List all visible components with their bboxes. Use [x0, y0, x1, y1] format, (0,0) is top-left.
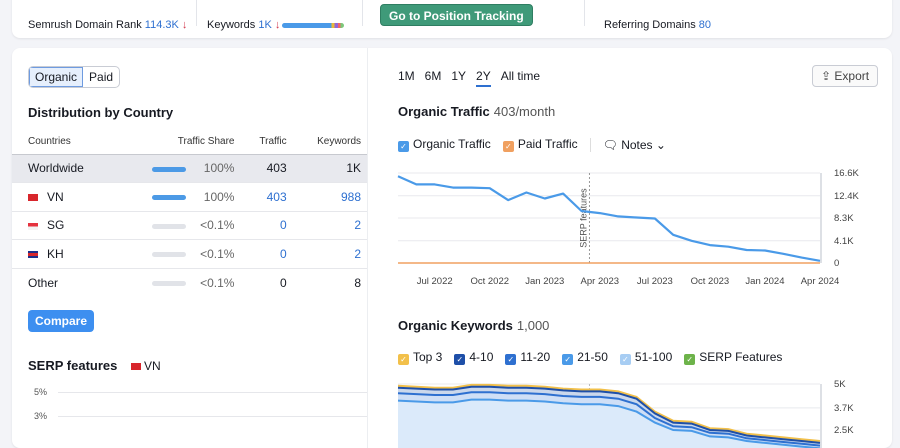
- y-tick-label: 4.1K: [834, 236, 854, 247]
- x-tick-label: Jan 2023: [525, 276, 564, 287]
- x-tick-label: Oct 2022: [470, 276, 509, 287]
- x-tick-label: Jul 2023: [637, 276, 673, 287]
- legend-11-20[interactable]: ✓ 11-20: [505, 350, 550, 365]
- keywords-distribution-bar: [282, 23, 344, 28]
- x-tick-label: Apr 2023: [581, 276, 620, 287]
- referring-domains-metric[interactable]: Referring Domains 80: [604, 19, 711, 31]
- position-tracking-button[interactable]: Go to Position Tracking: [380, 4, 533, 26]
- legend-21-50[interactable]: ✓ 21-50: [562, 350, 608, 365]
- divider: [584, 0, 585, 26]
- domain-rank-metric[interactable]: Semrush Domain Rank 114.3K ↓: [28, 19, 187, 31]
- annotation-label: SERP features: [578, 188, 588, 248]
- organic-traffic-chart: 16.6K 12.4K 8.3K 4.1K 0 Jul 2022 Oct 2022 Jan 2…: [397, 168, 859, 448]
- y-tick-label: 12.4K: [834, 191, 859, 202]
- y-tick-label: 16.6K: [834, 168, 859, 179]
- x-tick-label: Apr 2024: [801, 276, 840, 287]
- checkbox-icon: ✓: [454, 354, 466, 365]
- checkbox-icon: ✓: [562, 354, 574, 365]
- divider: [362, 0, 363, 26]
- keywords-legend: ✓ Top 3 ✓ 4-10 ✓ 11-20 ✓ 21-50 ✓ 51-100 ✓ SERP…: [398, 350, 782, 365]
- x-tick-label: Oct 2023: [691, 276, 730, 287]
- divider: [196, 0, 197, 26]
- y-tick-label: 3.7K: [834, 403, 854, 414]
- checkbox-icon: ✓: [505, 354, 517, 365]
- legend-51-100[interactable]: ✓ 51-100: [619, 350, 672, 365]
- main-panel: Organic Paid Distribution by Country Cou…: [12, 48, 892, 448]
- summary-bar: Semrush Domain Rank 114.3K ↓ Keywords 1K…: [12, 0, 892, 38]
- x-tick-label: Jan 2024: [745, 276, 784, 287]
- arrow-down-icon: ↓: [274, 19, 281, 31]
- series-line-organic-traffic: [397, 175, 821, 262]
- y-tick-label: 2.5K: [834, 425, 854, 436]
- legend-top3[interactable]: ✓ Top 3: [398, 350, 442, 365]
- checkbox-icon: ✓: [619, 354, 631, 365]
- x-tick-label: Jul 2022: [417, 276, 453, 287]
- chart-edge: [820, 384, 822, 448]
- chart-edge: [820, 173, 822, 263]
- legend-4-10[interactable]: ✓ 4-10: [454, 350, 493, 365]
- arrow-down-icon: ↓: [181, 19, 188, 31]
- keywords-metric[interactable]: Keywords 1K ↓: [207, 19, 280, 31]
- checkbox-icon: ✓: [684, 354, 696, 365]
- y-tick-label: 5K: [834, 379, 846, 390]
- y-tick-label: 0: [834, 258, 839, 269]
- checkbox-icon: ✓: [398, 354, 409, 365]
- y-tick-label: 8.3K: [834, 213, 854, 224]
- legend-serp-features[interactable]: ✓ SERP Features: [684, 350, 782, 365]
- organic-keywords-title: Organic Keywords 1,000: [398, 318, 550, 333]
